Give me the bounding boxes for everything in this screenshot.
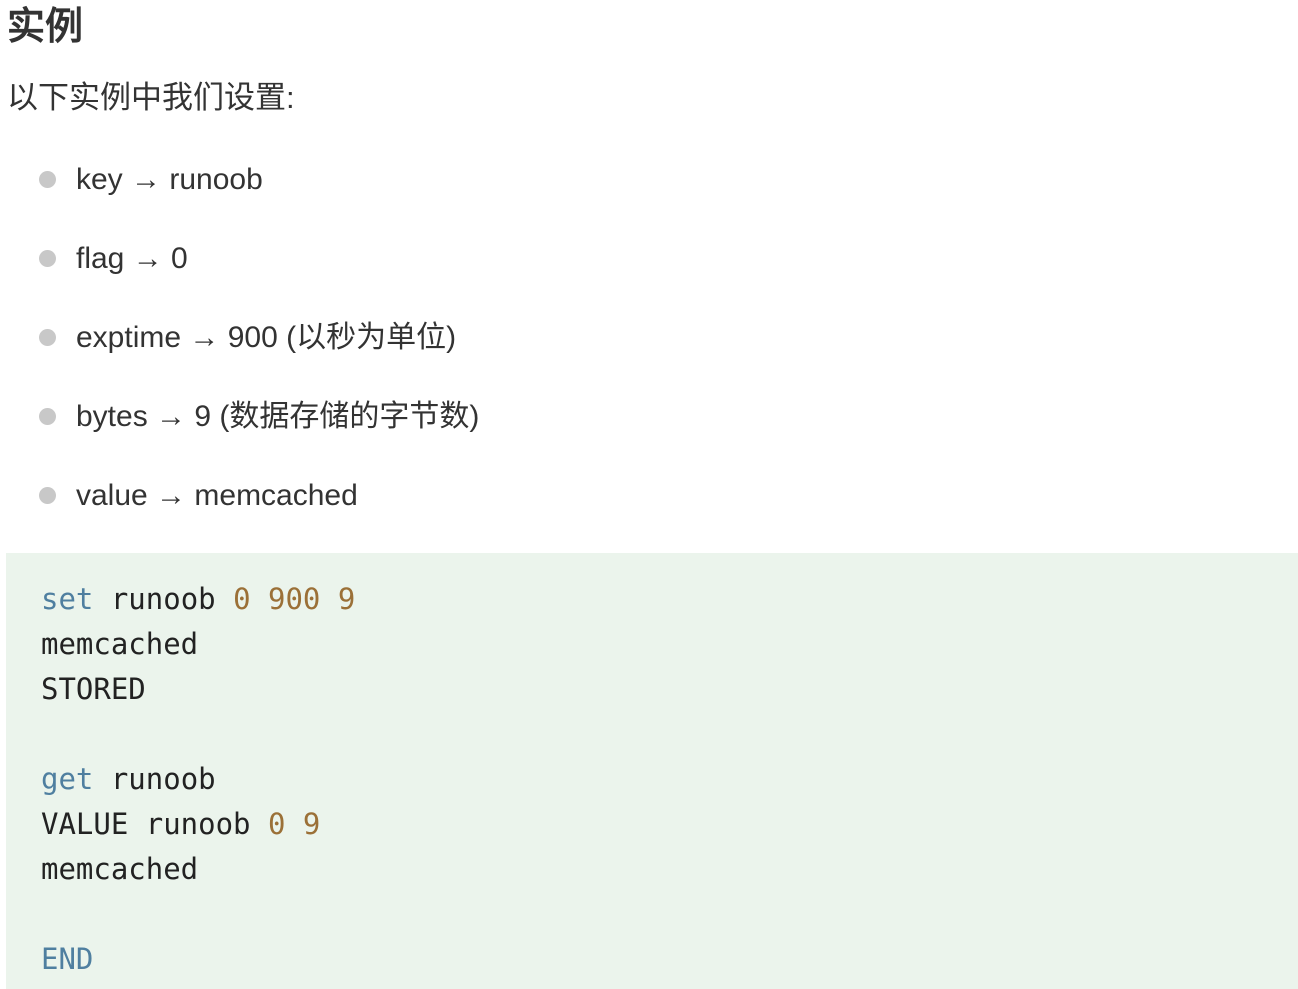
code-line-value-response: VALUE runoob 0 9 bbox=[41, 804, 320, 844]
page: 实例 以下实例中我们设置: key → runoob flag → 0 expt… bbox=[0, 0, 1298, 989]
code-number: 0 bbox=[233, 582, 251, 616]
code-text: VALUE runoob bbox=[41, 807, 268, 841]
code-text: runoob bbox=[93, 762, 216, 796]
bullet-icon bbox=[39, 171, 56, 188]
list-item: key → runoob bbox=[0, 158, 1298, 237]
code-text: runoob bbox=[93, 582, 234, 616]
list-item: bytes → 9 (数据存储的字节数) bbox=[0, 395, 1298, 474]
code-line-value: memcached bbox=[41, 627, 199, 661]
param-value: value → memcached bbox=[76, 479, 358, 512]
code-line-stored: STORED bbox=[41, 672, 146, 706]
code-number: 9 bbox=[302, 807, 321, 841]
code-line-get: get runoob bbox=[41, 759, 216, 799]
code-number: 0 bbox=[267, 807, 286, 841]
bullet-icon bbox=[39, 487, 56, 504]
code-number: 900 bbox=[268, 582, 321, 616]
bullet-icon bbox=[39, 329, 56, 346]
param-key: key → runoob bbox=[76, 163, 263, 196]
intro-text: 以下实例中我们设置: bbox=[7, 80, 295, 115]
bullet-icon bbox=[39, 250, 56, 267]
code-number: 9 bbox=[337, 582, 356, 616]
parameter-list: key → runoob flag → 0 exptime → 900 (以秒为… bbox=[0, 158, 1298, 553]
section-heading: 实例 bbox=[7, 6, 84, 48]
param-bytes: bytes → 9 (数据存储的字节数) bbox=[76, 400, 480, 433]
code-line-data: memcached bbox=[41, 852, 199, 886]
code-keyword: get bbox=[41, 762, 94, 796]
code-line-end: END bbox=[41, 942, 94, 976]
param-exptime: exptime → 900 (以秒为单位) bbox=[76, 321, 457, 354]
param-flag: flag → 0 bbox=[76, 242, 188, 275]
list-item: value → memcached bbox=[0, 474, 1298, 553]
code-keyword: set bbox=[41, 582, 94, 616]
bullet-icon bbox=[39, 408, 56, 425]
code-line-set: set runoob 0 900 9 bbox=[41, 579, 355, 619]
code-block: set runoob 0 900 9 memcached STORED get … bbox=[6, 553, 1298, 989]
list-item: exptime → 900 (以秒为单位) bbox=[0, 316, 1298, 395]
list-item: flag → 0 bbox=[0, 237, 1298, 316]
